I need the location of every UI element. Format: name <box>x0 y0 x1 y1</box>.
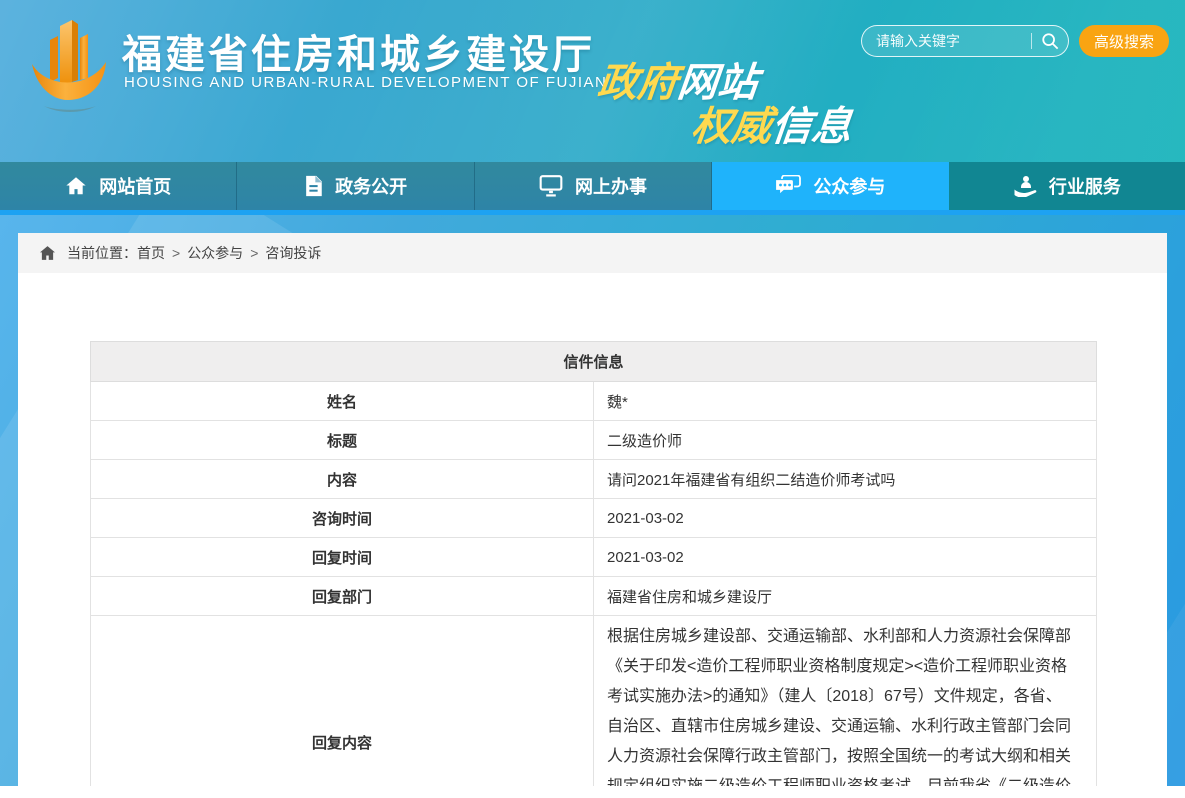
content-panel: 当前位置： 首页 > 公众参与 > 咨询投诉 信件信息 姓名 魏* 标题 二级造… <box>18 233 1167 786</box>
row-value: 请问2021年福建省有组织二结造价师考试吗 <box>594 460 1097 499</box>
table-row: 咨询时间 2021-03-02 <box>91 499 1097 538</box>
row-value: 根据住房城乡建设部、交通运输部、水利部和人力资源社会保障部《关于印发<造价工程师… <box>594 616 1097 787</box>
search-box <box>861 25 1069 57</box>
table-row: 回复内容 根据住房城乡建设部、交通运输部、水利部和人力资源社会保障部《关于印发<… <box>91 616 1097 787</box>
nav-item-label: 公众参与 <box>813 173 885 199</box>
row-value: 2021-03-02 <box>594 538 1097 577</box>
table-row: 标题 二级造价师 <box>91 421 1097 460</box>
row-label: 咨询时间 <box>91 499 594 538</box>
chat-icon <box>775 175 801 197</box>
breadcrumb: 当前位置： 首页 > 公众参与 > 咨询投诉 <box>18 233 1167 273</box>
nav-item-label: 网站首页 <box>99 173 171 199</box>
breadcrumb-separator: > <box>172 245 180 261</box>
breadcrumb-prefix: 当前位置： <box>67 243 137 263</box>
monitor-icon <box>539 175 563 197</box>
breadcrumb-home-icon <box>40 246 55 260</box>
breadcrumb-separator: > <box>250 245 258 261</box>
search-input[interactable] <box>862 33 1031 49</box>
home-icon <box>65 175 87 197</box>
breadcrumb-link-consultation[interactable]: 咨询投诉 <box>265 243 321 263</box>
row-label: 姓名 <box>91 382 594 421</box>
slogan-line-2: 权威信息 <box>689 94 855 152</box>
table-row: 回复部门 福建省住房和城乡建设厅 <box>91 577 1097 616</box>
document-icon <box>304 175 323 197</box>
row-label: 标题 <box>91 421 594 460</box>
search-submit-button[interactable] <box>1032 32 1068 50</box>
site-title-en: HOUSING AND URBAN-RURAL DEVELOPMENT OF F… <box>124 74 607 91</box>
table-row: 姓名 魏* <box>91 382 1097 421</box>
site-title: 福建省住房和城乡建设厅 <box>122 22 595 80</box>
advanced-search-button[interactable]: 高级搜索 <box>1079 25 1169 57</box>
table-title: 信件信息 <box>91 342 1097 382</box>
nav-item-label: 行业服务 <box>1049 173 1121 199</box>
row-label: 回复部门 <box>91 577 594 616</box>
nav-item-home[interactable]: 网站首页 <box>0 162 237 210</box>
main-nav: 网站首页 政务公开 网上办事 <box>0 162 1185 210</box>
breadcrumb-link-public-participation[interactable]: 公众参与 <box>187 243 243 263</box>
row-label: 内容 <box>91 460 594 499</box>
row-value: 福建省住房和城乡建设厅 <box>594 577 1097 616</box>
table-row: 回复时间 2021-03-02 <box>91 538 1097 577</box>
row-label: 回复时间 <box>91 538 594 577</box>
page-background: 当前位置： 首页 > 公众参与 > 咨询投诉 信件信息 姓名 魏* 标题 二级造… <box>0 215 1185 786</box>
breadcrumb-link-home[interactable]: 首页 <box>137 243 165 263</box>
nav-item-public-participation[interactable]: 公众参与 <box>712 162 948 210</box>
nav-item-gov-info[interactable]: 政务公开 <box>237 162 474 210</box>
site-header: 福建省住房和城乡建设厅 HOUSING AND URBAN-RURAL DEVE… <box>0 0 1185 162</box>
row-label: 回复内容 <box>91 616 594 787</box>
search-area: 高级搜索 <box>861 25 1169 57</box>
table-title-row: 信件信息 <box>91 342 1097 382</box>
row-value: 2021-03-02 <box>594 499 1097 538</box>
table-row: 内容 请问2021年福建省有组织二结造价师考试吗 <box>91 460 1097 499</box>
nav-item-label: 网上办事 <box>575 173 647 199</box>
site-logo[interactable] <box>24 14 116 124</box>
nav-item-industry-services[interactable]: 行业服务 <box>949 162 1185 210</box>
logo-icon <box>24 14 116 124</box>
nav-item-online-services[interactable]: 网上办事 <box>475 162 712 210</box>
row-value: 魏* <box>594 382 1097 421</box>
nav-item-label: 政务公开 <box>335 173 407 199</box>
search-icon <box>1041 32 1059 50</box>
letter-info-table: 信件信息 姓名 魏* 标题 二级造价师 内容 请问2021年福建省有组织二结造价… <box>90 341 1097 786</box>
row-value: 二级造价师 <box>594 421 1097 460</box>
service-icon <box>1013 175 1037 197</box>
